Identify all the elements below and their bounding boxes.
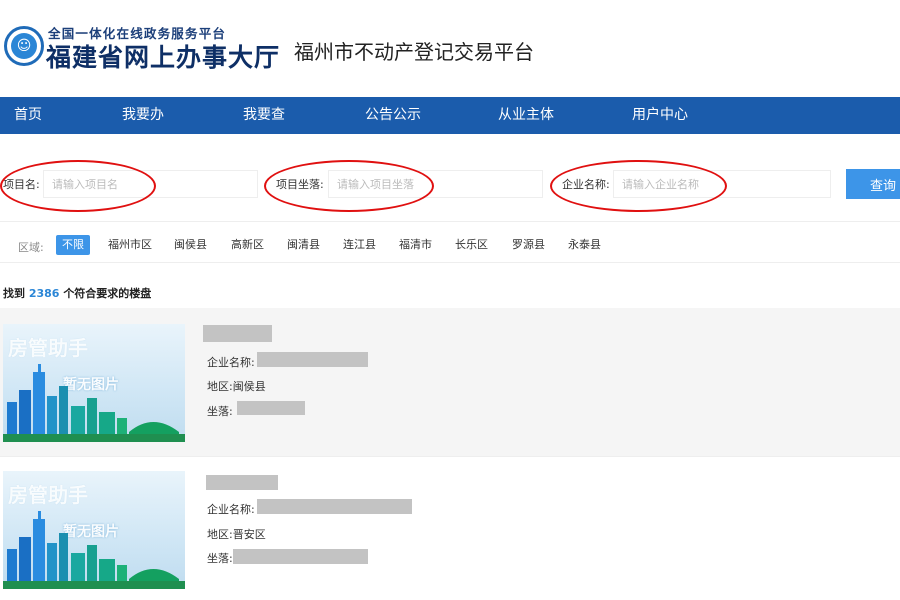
- result-count-suffix: 个符合要求的楼盘: [63, 287, 152, 300]
- result-count: 找到 2386 个符合要求的楼盘: [3, 285, 151, 301]
- thumbnail-brand-text: 房管助手: [8, 483, 88, 507]
- nav-item-practitioners[interactable]: 从业主体: [498, 97, 554, 134]
- region-option-yongtai[interactable]: 永泰县: [568, 235, 601, 255]
- district-field: 地区:晋安区: [207, 526, 266, 542]
- listing-item[interactable]: 房管助手 暂无图片 企业名称: 地区:闽侯县 坐落:: [0, 308, 900, 456]
- nav-item-user-center[interactable]: 用户中心: [632, 97, 688, 134]
- logo-title[interactable]: 福建省网上办事大厅: [46, 38, 280, 74]
- smile-icon: ☺: [11, 33, 37, 59]
- listing-thumbnail[interactable]: 房管助手 暂无图片: [3, 471, 185, 589]
- project-location-input[interactable]: [328, 170, 543, 198]
- region-filter-label: 区域:: [18, 241, 44, 254]
- result-count-prefix: 找到: [3, 287, 25, 300]
- listing-thumbnail[interactable]: 房管助手 暂无图片: [3, 324, 185, 442]
- thumbnail-brand-text: 房管助手: [8, 336, 88, 360]
- query-button[interactable]: 查询: [846, 169, 900, 199]
- location-field-label: 坐落:: [207, 552, 233, 565]
- district-label: 地区:: [207, 380, 233, 393]
- region-option-gaoxin[interactable]: 高新区: [231, 235, 264, 255]
- district-value: 闽侯县: [232, 380, 266, 393]
- project-name-label: 项目名:: [3, 178, 40, 191]
- region-option-fuqing[interactable]: 福清市: [399, 235, 432, 255]
- location-field-label: 坐落:: [207, 405, 233, 418]
- project-name-input[interactable]: [43, 170, 258, 198]
- nav-item-query[interactable]: 我要查: [243, 97, 285, 134]
- search-form: 项目名: 项目坐落: 企业名称:: [0, 166, 900, 202]
- result-count-number: 2386: [28, 287, 60, 300]
- region-option-fuzhou-city[interactable]: 福州市区: [108, 235, 152, 255]
- nav-item-services[interactable]: 我要办: [122, 97, 164, 134]
- district-label: 地区:: [207, 528, 233, 541]
- listing-item[interactable]: 房管助手 暂无图片 企业名称: 地区:晋安区 坐落:: [0, 456, 900, 600]
- nav-item-home[interactable]: 首页: [14, 97, 42, 134]
- divider: [0, 262, 900, 263]
- project-name-redacted[interactable]: [203, 325, 272, 342]
- region-option-luoyuan[interactable]: 罗源县: [512, 235, 545, 255]
- nav-item-announcements[interactable]: 公告公示: [365, 97, 421, 134]
- project-location-label: 项目坐落:: [276, 178, 324, 191]
- region-option-all[interactable]: 不限: [56, 235, 90, 255]
- main-nav: 首页 我要办 我要查 公告公示 从业主体 用户中心: [0, 97, 900, 134]
- company-name-redacted: [257, 352, 368, 367]
- company-name-field-label: 企业名称:: [207, 503, 255, 516]
- location-redacted: [233, 549, 368, 564]
- divider: [0, 221, 900, 222]
- region-option-changle[interactable]: 长乐区: [455, 235, 488, 255]
- city-skyline-illustration: [3, 511, 185, 589]
- government-emblem-logo[interactable]: ☺: [4, 26, 44, 66]
- location-redacted: [237, 401, 305, 415]
- city-skyline-illustration: [3, 364, 185, 442]
- region-option-minhou[interactable]: 闽侯县: [174, 235, 207, 255]
- company-name-input[interactable]: [613, 170, 831, 198]
- district-field: 地区:闽侯县: [207, 378, 266, 394]
- company-name-label: 企业名称:: [562, 178, 610, 191]
- region-option-lianjiang[interactable]: 连江县: [343, 235, 376, 255]
- district-value: 晋安区: [232, 528, 266, 541]
- page-title: 福州市不动产登记交易平台: [294, 40, 534, 64]
- site-header: ☺ 全国一体化在线政务服务平台 福建省网上办事大厅 福州市不动产登记交易平台: [0, 0, 900, 97]
- project-name-redacted[interactable]: [206, 475, 278, 490]
- region-option-minqing[interactable]: 闽清县: [287, 235, 320, 255]
- company-name-redacted: [257, 499, 412, 514]
- company-name-field-label: 企业名称:: [207, 356, 255, 369]
